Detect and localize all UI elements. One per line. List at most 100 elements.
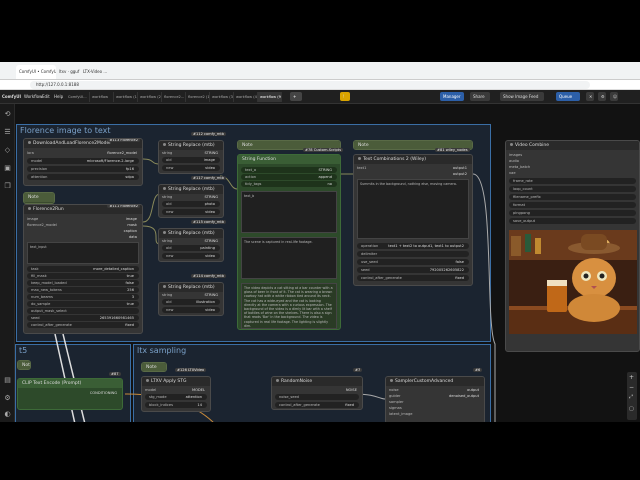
widget-old[interactable]: old illustration: [162, 299, 220, 305]
widget-control-after[interactable]: control_after_generate fixed: [357, 275, 469, 281]
input-vae[interactable]: vae: [509, 171, 636, 176]
fit-view-icon[interactable]: ⤢: [629, 394, 633, 400]
share-button[interactable]: Share: [470, 92, 490, 101]
widget-block-indices[interactable]: block_indices 14: [145, 402, 207, 408]
workflow-tab[interactable]: workflow (4): [234, 92, 258, 102]
settings-icon[interactable]: ⚙: [3, 394, 12, 403]
node-library-icon[interactable]: ◇: [3, 146, 12, 155]
widget-old[interactable]: old painting: [162, 245, 220, 251]
queue-icon[interactable]: ☰: [3, 128, 12, 137]
theme-icon[interactable]: ◐: [3, 410, 12, 419]
widget-new[interactable]: new video: [162, 165, 220, 171]
input-text-a[interactable]: text_a STRING: [241, 167, 337, 173]
zoom-out-icon[interactable]: −: [629, 384, 634, 391]
add-tab-button[interactable]: +: [290, 92, 302, 101]
input-string[interactable]: string STRING: [162, 151, 220, 156]
input-images[interactable]: images: [509, 153, 636, 158]
node-string-replace-2[interactable]: String Replace (mtb) string STRING old pho…: [158, 184, 224, 218]
widget-format[interactable]: format: [509, 202, 636, 208]
widget-control-after[interactable]: control_after_generate fixed: [275, 402, 359, 408]
input-sigmas[interactable]: sigmas: [389, 406, 481, 411]
browser-tab[interactable]: ltxv · gguf: [56, 65, 80, 79]
widget-noise-seed[interactable]: noise_seed: [275, 394, 359, 400]
logs-icon[interactable]: ▤: [3, 376, 12, 385]
widget-operation[interactable]: operation text1 + text2 to output1, text1…: [357, 243, 469, 249]
browser-tab[interactable]: ComfyUI • ComfyUI: [16, 65, 56, 79]
widget-old[interactable]: old photo: [162, 201, 220, 207]
widget-do-sample[interactable]: do_sample true: [27, 301, 139, 307]
node-string-replace-4[interactable]: String Replace (mtb) string STRING old ill…: [158, 282, 224, 316]
model-library-icon[interactable]: ▣: [3, 164, 12, 173]
output-text-area[interactable]: The video depicts a cat sitting at a bar…: [241, 283, 337, 329]
workflow-tab[interactable]: florence2 (1): [186, 92, 210, 102]
input-audio[interactable]: audio: [509, 159, 636, 164]
workflow-tab[interactable]: workflow (3): [210, 92, 234, 102]
node-string-replace-1[interactable]: String Replace (mtb) string STRING old ima…: [158, 140, 224, 174]
input-sampler[interactable]: sampler: [389, 400, 481, 405]
input-string[interactable]: string STRING: [162, 293, 220, 298]
note-sampling[interactable]: Note: [141, 362, 167, 372]
lock-icon[interactable]: ▢: [629, 406, 634, 412]
widget-keep-model[interactable]: keep_model_loaded false: [27, 280, 139, 286]
widget-action[interactable]: action append: [241, 174, 337, 180]
workflow-tab[interactable]: ComfyUI...: [66, 92, 90, 102]
widget-frame-rate[interactable]: frame_rate: [509, 178, 636, 184]
widget-loop-count[interactable]: loop_count: [509, 186, 636, 192]
widget-old[interactable]: old image: [162, 157, 220, 163]
widget-delimiter[interactable]: delimiter: [357, 251, 469, 257]
input-image[interactable]: image image: [27, 217, 139, 222]
node-text-combinations[interactable]: Text Combinations 2 (Wiley) text1 output1…: [353, 154, 473, 286]
widget-new[interactable]: new video: [162, 253, 220, 259]
input-text1[interactable]: text1 output1: [357, 166, 469, 171]
workflow-tab[interactable]: workflow (1): [114, 92, 138, 102]
graph-canvas[interactable]: Florence image to text ltx sampling t5 D…: [15, 104, 640, 422]
input-meta-batch[interactable]: meta_batch: [509, 165, 636, 170]
widget-control-after[interactable]: control_after_generate fixed: [27, 322, 139, 328]
note-bottom[interactable]: Note: [17, 360, 31, 370]
input-string[interactable]: string STRING: [162, 239, 220, 244]
widget-seed[interactable]: seed 265391660981465: [27, 315, 139, 321]
note-small[interactable]: Note: [23, 192, 55, 204]
widget-new[interactable]: new video: [162, 209, 220, 215]
workflow-tab-active[interactable]: workflow (9): [258, 92, 282, 102]
workflow-tab[interactable]: florence2...: [162, 92, 186, 102]
node-clip-text-encode[interactable]: CLIP Text Encode (Prompt) CONDITIONING: [17, 378, 123, 410]
menu-help[interactable]: Help: [54, 94, 63, 99]
widget-tidy-tags[interactable]: tidy_tags no: [241, 181, 337, 187]
node-sampler-custom-advanced[interactable]: SamplerCustomAdvanced noise output guider…: [385, 376, 485, 422]
node-download-florence[interactable]: DownloadAndLoadFlorence2Model #113 Flore…: [23, 138, 143, 186]
widget-precision[interactable]: precision fp16: [27, 166, 139, 172]
close-icon[interactable]: ✕: [586, 92, 594, 101]
widget-max-tokens[interactable]: max_new_tokens 256: [27, 287, 139, 293]
widget-output-mask[interactable]: output_mask_select: [27, 308, 139, 314]
input-noise[interactable]: noise output: [389, 388, 481, 393]
input-florence2-model[interactable]: florence2_model mask: [27, 223, 139, 228]
output-conditioning[interactable]: CONDITIONING: [21, 391, 119, 396]
output-noise[interactable]: NOISE: [275, 388, 359, 393]
widget-fill-mask[interactable]: fill_mask true: [27, 273, 139, 279]
widget-attention[interactable]: attention sdpa: [27, 174, 139, 180]
input-latent-image[interactable]: latent_image: [389, 412, 481, 417]
widget-use-seed[interactable]: use_seed false: [357, 259, 469, 265]
widget-save-output[interactable]: save_output: [509, 218, 636, 224]
widget-pingpong[interactable]: pingpong: [509, 210, 636, 216]
widget-row[interactable]: lora florence2_model: [27, 151, 139, 156]
warning-icon[interactable]: !: [340, 92, 350, 101]
widget-num-beams[interactable]: num_beams 3: [27, 294, 139, 300]
output-data[interactable]: data: [27, 235, 139, 240]
menu-workflow[interactable]: Workflow: [24, 94, 42, 99]
manager-button[interactable]: Manager: [440, 92, 464, 101]
widget-model[interactable]: model microsoft/Florence-2-large: [27, 158, 139, 164]
output-caption[interactable]: caption: [27, 229, 139, 234]
workflows-icon[interactable]: ❒: [3, 182, 12, 191]
node-florence2run[interactable]: Florence2Run #111 Florence2 image image f…: [23, 204, 143, 334]
node-string-replace-3[interactable]: String Replace (mtb) string STRING old pai…: [158, 228, 224, 262]
widget-new[interactable]: new video: [162, 307, 220, 313]
workflow-tab[interactable]: workflow: [90, 92, 114, 102]
menu-edit[interactable]: Edit: [42, 94, 50, 99]
image-feed-button[interactable]: Show Image Feed: [500, 92, 544, 101]
node-string-function[interactable]: String Function text_a STRING action appen…: [237, 154, 341, 330]
settings-icon[interactable]: ⚙: [598, 92, 606, 101]
text-c-area[interactable]: The scene is captured in real-life foota…: [241, 237, 337, 279]
url-input[interactable]: http://127.0.0.1:8188: [30, 81, 590, 89]
